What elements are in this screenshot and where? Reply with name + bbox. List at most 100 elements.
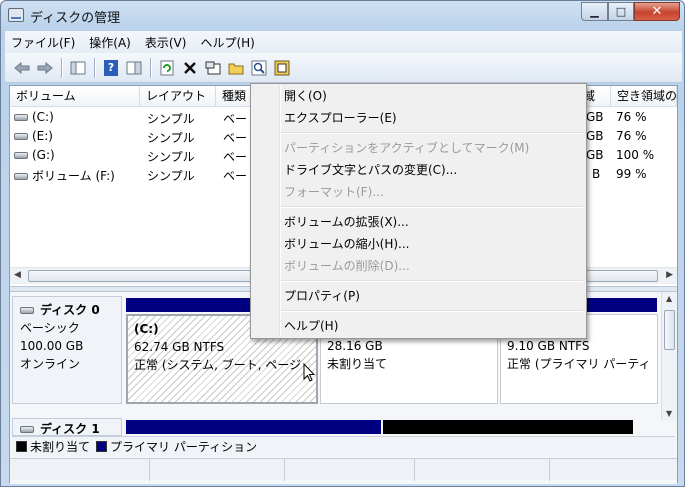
volume-free-percent: 100 % xyxy=(616,148,655,162)
properties-icon[interactable] xyxy=(202,57,224,79)
partition-size: 62.74 GB NTFS xyxy=(134,340,225,354)
menu-item-open[interactable]: 開く(O) xyxy=(284,85,327,107)
menu-item-change-drive-letter[interactable]: ドライブ文字とパスの変更(C)... xyxy=(284,159,457,181)
status-pane xyxy=(415,459,550,481)
menu-item-extend-volume[interactable]: ボリュームの拡張(X)... xyxy=(284,211,409,233)
scroll-up-icon[interactable]: ▲ xyxy=(666,294,672,303)
volume-layout: シンプル xyxy=(147,131,195,145)
search-icon[interactable] xyxy=(248,57,270,79)
disk-size: 100.00 GB xyxy=(20,339,84,353)
volume-icon xyxy=(14,114,28,121)
volume-layout: シンプル xyxy=(147,169,195,183)
refresh-icon[interactable] xyxy=(156,57,178,79)
column-layout[interactable]: レイアウト xyxy=(140,86,216,107)
partition-bar-unallocated xyxy=(383,420,633,434)
status-pane xyxy=(285,459,415,481)
menu-separator xyxy=(281,206,583,208)
disk-1-label[interactable]: ディスク 1 xyxy=(12,418,122,436)
close-icon: ✕ xyxy=(651,4,663,19)
context-menu: 開く(O) エクスプローラー(E) パーティションをアクティブとしてマーク(M)… xyxy=(250,83,587,339)
volume-capacity: B xyxy=(592,167,601,181)
console-tree-icon[interactable] xyxy=(67,57,89,79)
volume-name: (E:) xyxy=(32,129,53,143)
menu-separator xyxy=(281,310,583,312)
volume-layout: シンプル xyxy=(147,150,195,164)
disk-0-label[interactable]: ディスク 0 ベーシック 100.00 GB オンライン xyxy=(12,296,122,404)
column-type[interactable]: 種類 xyxy=(216,86,251,107)
status-bar xyxy=(10,458,677,481)
close-button[interactable]: ✕ xyxy=(634,2,680,21)
minimize-icon: ▁ xyxy=(590,5,599,18)
column-volume[interactable]: ボリューム xyxy=(10,86,140,107)
legend: 未割り当て プライマリ パーティション xyxy=(12,436,675,456)
partition-size: 28.16 GB xyxy=(327,339,383,353)
volume-type: ベー xyxy=(223,169,248,183)
menu-item-mark-active: パーティションをアクティブとしてマーク(M) xyxy=(284,141,530,155)
toolbar-separator xyxy=(61,57,63,78)
properties-pane-icon[interactable] xyxy=(123,57,145,79)
window-title: ディスクの管理 xyxy=(30,11,121,26)
menu-item-format: フォーマット(F)... xyxy=(284,185,384,199)
menu-view[interactable]: 表示(V) xyxy=(145,34,187,51)
scroll-left-icon[interactable]: ◀ xyxy=(14,270,21,280)
volume-type: ベー xyxy=(223,150,248,164)
menu-item-help[interactable]: ヘルプ(H) xyxy=(284,315,338,337)
volume-free-percent: 99 % xyxy=(616,167,647,181)
partition-status: 未割り当て xyxy=(327,357,388,371)
vertical-scrollbar[interactable]: ▲ ▼ xyxy=(661,292,677,420)
menu-item-shrink-volume[interactable]: ボリュームの縮小(H)... xyxy=(284,233,409,255)
forward-arrow-icon[interactable] xyxy=(34,57,56,79)
menu-separator xyxy=(281,132,583,134)
legend-label-primary: プライマリ パーティション xyxy=(110,440,258,454)
volume-free-percent: 76 % xyxy=(616,129,647,143)
delete-icon[interactable] xyxy=(179,57,201,79)
menu-action[interactable]: 操作(A) xyxy=(89,34,131,51)
disk-management-app-icon xyxy=(8,8,24,22)
volume-type: ベー xyxy=(223,131,248,145)
status-pane xyxy=(10,459,150,481)
toolbar-separator xyxy=(94,57,96,78)
toolbar-separator xyxy=(150,57,152,78)
disk-management-window: ディスクの管理 ▁ □ ✕ ファイル(F) 操作(A) 表示(V) ヘルプ(H)… xyxy=(0,0,685,487)
menu-item-explorer[interactable]: エクスプローラー(E) xyxy=(284,107,397,129)
legend-swatch-primary xyxy=(96,441,108,452)
minimize-button[interactable]: ▁ xyxy=(581,2,608,21)
disk-icon xyxy=(20,426,34,433)
volume-name: (G:) xyxy=(32,148,55,162)
volume-icon xyxy=(14,133,28,140)
volume-name: (C:) xyxy=(32,110,54,124)
partition-status: 正常 (プライマリ パーティ xyxy=(507,357,651,371)
volume-type: ベー xyxy=(223,112,248,126)
mouse-cursor-icon xyxy=(303,363,315,382)
status-pane xyxy=(150,459,285,481)
volume-capacity: GB xyxy=(586,129,604,143)
maximize-icon: □ xyxy=(615,5,627,18)
partition-status: 正常 (システム, ブート, ページ xyxy=(134,358,302,372)
maximize-button[interactable]: □ xyxy=(608,2,634,21)
disk-type: ベーシック xyxy=(20,321,80,335)
menu-help[interactable]: ヘルプ(H) xyxy=(200,34,254,51)
volume-capacity: GB xyxy=(586,110,604,124)
scroll-down-icon[interactable]: ▼ xyxy=(666,409,672,418)
settings-icon[interactable] xyxy=(271,57,293,79)
window-controls: ▁ □ ✕ xyxy=(581,2,680,21)
disk-icon xyxy=(20,307,34,314)
volume-name: ボリューム (F:) xyxy=(32,169,115,183)
menu-file[interactable]: ファイル(F) xyxy=(11,34,75,51)
toolbar: ? xyxy=(5,53,682,83)
legend-swatch-unallocated xyxy=(16,441,27,452)
volume-icon xyxy=(14,152,28,159)
disk-name: ディスク 1 xyxy=(40,422,100,436)
menu-item-properties[interactable]: プロパティ(P) xyxy=(284,285,360,307)
menu-bar: ファイル(F) 操作(A) 表示(V) ヘルプ(H) xyxy=(5,31,682,53)
menu-separator xyxy=(281,280,583,282)
help-icon[interactable]: ? xyxy=(100,57,122,79)
back-arrow-icon[interactable] xyxy=(11,57,33,79)
scroll-right-icon[interactable]: ▶ xyxy=(666,270,673,280)
open-folder-icon[interactable] xyxy=(225,57,247,79)
volume-icon xyxy=(14,173,28,180)
title-bar: ディスクの管理 ▁ □ ✕ xyxy=(1,1,684,31)
status-pane xyxy=(550,459,677,481)
column-free-percent[interactable]: 空き領域の xyxy=(611,86,677,107)
vertical-scroll-thumb[interactable] xyxy=(664,310,675,350)
